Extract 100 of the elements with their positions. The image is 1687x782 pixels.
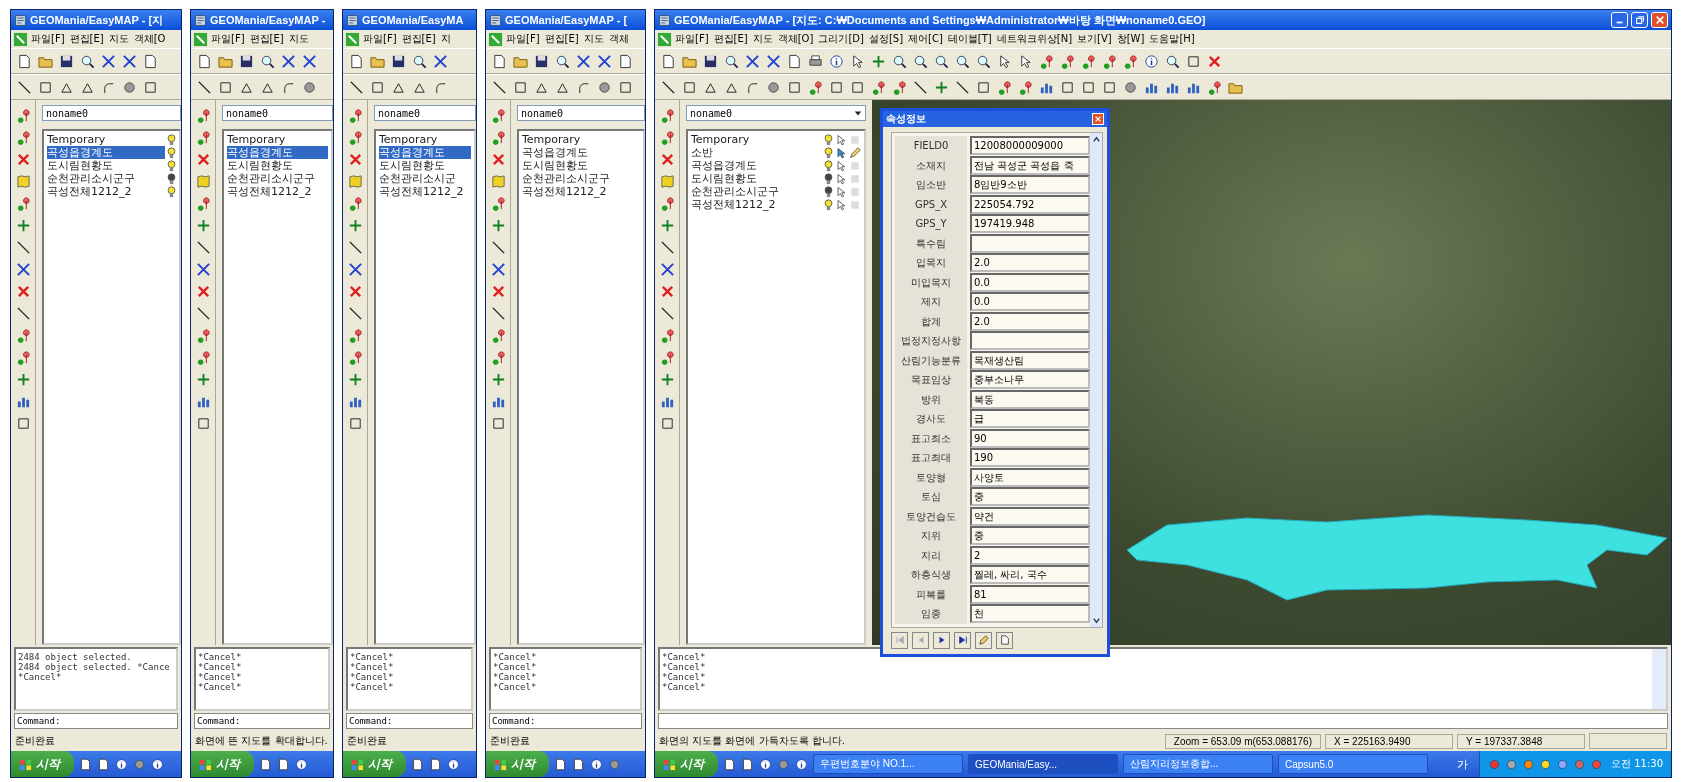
page-icon[interactable] xyxy=(429,757,442,771)
layer-item[interactable]: 순천관리소시군구 xyxy=(227,172,328,185)
command-field[interactable]: Command: xyxy=(489,713,642,729)
page-icon[interactable] xyxy=(787,53,802,69)
arrows-icon[interactable] xyxy=(302,53,317,69)
pin-icon[interactable] xyxy=(347,130,363,145)
input-field[interactable]: 190 xyxy=(970,448,1090,468)
layer-item[interactable]: 곡성전체1212_2 xyxy=(227,185,328,198)
menu-item[interactable]: 편집[E] xyxy=(247,32,286,46)
line-icon[interactable] xyxy=(913,79,928,95)
printer-icon[interactable] xyxy=(808,53,823,69)
pin-icon[interactable] xyxy=(195,130,211,145)
input-field[interactable]: 0.0 xyxy=(970,292,1090,312)
menu-item[interactable]: 지 xyxy=(438,32,453,46)
close-button[interactable] xyxy=(1651,12,1668,28)
map-select[interactable]: noname0 xyxy=(517,105,645,121)
pin-icon[interactable] xyxy=(15,196,31,211)
layer-item[interactable]: 순천관리소시군구 xyxy=(522,172,640,185)
square-icon[interactable] xyxy=(1081,79,1096,95)
square-icon[interactable] xyxy=(618,79,633,95)
taskbar-item[interactable]: Capsun5.0 xyxy=(1278,754,1428,774)
arrows-icon[interactable] xyxy=(766,53,781,69)
info-icon[interactable] xyxy=(447,757,460,771)
input-field[interactable]: 90 xyxy=(970,428,1090,448)
pin-icon[interactable] xyxy=(1018,79,1033,95)
info-icon[interactable] xyxy=(829,53,844,69)
tray-icon[interactable] xyxy=(1522,757,1535,771)
input-field[interactable]: 목재생산림 xyxy=(970,350,1090,370)
arrows-icon[interactable] xyxy=(745,53,760,69)
pointer-icon[interactable] xyxy=(835,198,847,211)
square-icon[interactable] xyxy=(513,79,528,95)
line-icon[interactable] xyxy=(490,240,506,255)
page-icon[interactable] xyxy=(277,757,290,771)
taskbar-item[interactable]: 산림지리정보종합... xyxy=(1123,754,1273,774)
pin-icon[interactable] xyxy=(195,328,211,343)
square-icon[interactable] xyxy=(976,79,991,95)
menu-item[interactable]: 파일[F] xyxy=(504,32,542,46)
bulb-icon[interactable] xyxy=(824,172,833,185)
cross-icon[interactable] xyxy=(347,152,363,167)
layer-item[interactable]: Temporary xyxy=(227,133,328,146)
save-icon[interactable] xyxy=(703,53,718,69)
page-icon[interactable] xyxy=(723,757,736,771)
pointer-icon[interactable] xyxy=(835,146,847,159)
cross-icon[interactable] xyxy=(659,152,675,167)
input-field[interactable]: 북동 xyxy=(970,389,1090,409)
menu-item[interactable]: 지도 xyxy=(750,32,775,46)
magnifier-icon[interactable] xyxy=(913,53,928,69)
menu-item[interactable]: 보기[V] xyxy=(1075,32,1114,46)
pin-icon[interactable] xyxy=(490,350,506,365)
menu-item[interactable]: 도움말[H] xyxy=(1147,32,1197,46)
menu-item[interactable]: 그리기[D] xyxy=(816,32,866,46)
last-record-button[interactable] xyxy=(954,631,971,649)
bulb-icon[interactable] xyxy=(167,185,176,198)
pin-icon[interactable] xyxy=(347,196,363,211)
plus-icon[interactable] xyxy=(15,218,31,233)
plus-icon[interactable] xyxy=(490,372,506,387)
bulb-icon[interactable] xyxy=(824,198,833,211)
tray-icon[interactable] xyxy=(1556,757,1569,771)
save-icon[interactable] xyxy=(534,53,549,69)
pin-icon[interactable] xyxy=(490,328,506,343)
arrows-icon[interactable] xyxy=(659,262,675,277)
layer-item[interactable]: 도시림현황도 xyxy=(522,159,640,172)
cross-icon[interactable] xyxy=(195,152,211,167)
square-icon[interactable] xyxy=(490,416,506,431)
cross-icon[interactable] xyxy=(1207,53,1222,69)
square-icon[interactable] xyxy=(218,79,233,95)
arrows-icon[interactable] xyxy=(15,262,31,277)
line-icon[interactable] xyxy=(347,240,363,255)
layer-item[interactable]: 도시림현황도 xyxy=(379,159,471,172)
layer-item[interactable]: 곡성전체1212_2 xyxy=(691,198,822,211)
line-icon[interactable] xyxy=(15,306,31,321)
menu-item[interactable]: 파일[F] xyxy=(361,32,399,46)
line-icon[interactable] xyxy=(349,79,364,95)
pin-icon[interactable] xyxy=(1039,53,1054,69)
taskbar-item[interactable]: GEOMania/Easy... xyxy=(968,754,1118,774)
line-icon[interactable] xyxy=(492,79,507,95)
command-field[interactable]: Command: xyxy=(14,713,178,729)
line-icon[interactable] xyxy=(347,306,363,321)
plus-icon[interactable] xyxy=(934,79,949,95)
square-icon[interactable] xyxy=(38,79,53,95)
pencil-icon[interactable] xyxy=(849,146,861,159)
input-field[interactable] xyxy=(970,331,1090,351)
info-icon[interactable] xyxy=(759,757,772,771)
pin-icon[interactable] xyxy=(15,108,31,123)
square-icon[interactable] xyxy=(347,416,363,431)
page-icon[interactable] xyxy=(572,757,585,771)
arrows-icon[interactable] xyxy=(101,53,116,69)
menu-item[interactable]: 편집[E] xyxy=(711,32,750,46)
magnifier-icon[interactable] xyxy=(892,53,907,69)
pin-icon[interactable] xyxy=(15,130,31,145)
layer-item[interactable]: 도시림현황도 xyxy=(691,172,822,185)
pin-icon[interactable] xyxy=(892,79,907,95)
scrollbar[interactable] xyxy=(1652,649,1666,709)
magnifier-icon[interactable] xyxy=(412,53,427,69)
pin-icon[interactable] xyxy=(195,350,211,365)
minimize-button[interactable] xyxy=(1611,12,1628,28)
bulb-icon[interactable] xyxy=(167,159,176,172)
page-icon[interactable] xyxy=(143,53,158,69)
magnifier-icon[interactable] xyxy=(555,53,570,69)
map-select[interactable]: noname0 xyxy=(686,105,866,121)
